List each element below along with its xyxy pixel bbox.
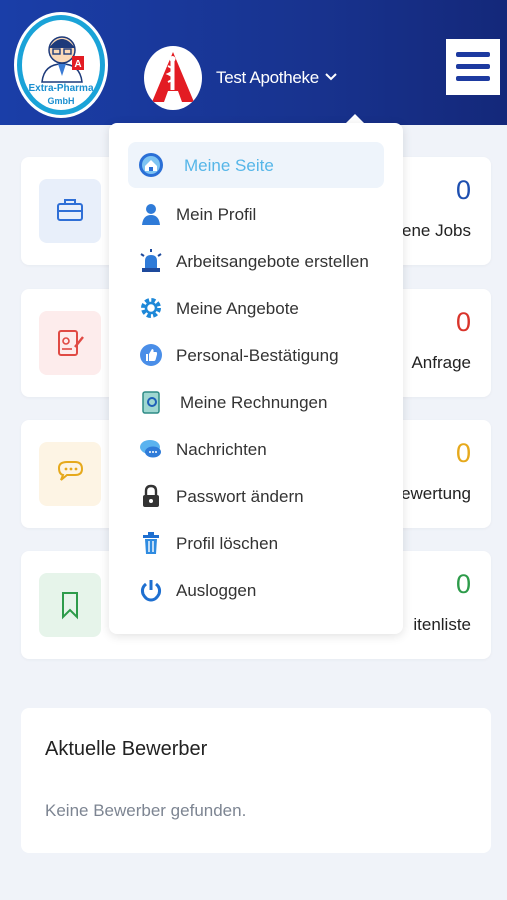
bookmark-icon bbox=[62, 592, 78, 620]
card-icon-box bbox=[39, 442, 101, 506]
gear-icon bbox=[141, 298, 161, 318]
menu-item-label: Ausloggen bbox=[176, 581, 257, 600]
card-icon-box bbox=[39, 179, 101, 243]
account-dropdown-menu: Meine Seite Mein Profil Arbeitsangebote … bbox=[109, 123, 403, 634]
alarm-light-icon bbox=[140, 249, 162, 272]
menu-item-mein-profil[interactable]: Mein Profil bbox=[128, 191, 384, 237]
briefcase-icon bbox=[57, 199, 83, 221]
document-edit-icon bbox=[58, 330, 84, 356]
menu-item-meine-angebote[interactable]: Meine Angebote bbox=[128, 285, 384, 331]
menu-item-passwort-aendern[interactable]: Passwort ändern bbox=[128, 473, 384, 519]
menu-item-label: Meine Seite bbox=[184, 156, 274, 175]
applicants-title: Aktuelle Bewerber bbox=[45, 738, 208, 760]
pharmacy-name[interactable]: Test Apotheke bbox=[216, 68, 319, 88]
stat-label: itenliste bbox=[413, 615, 471, 634]
company-logo[interactable]: A Extra-Pharma GmbH bbox=[14, 12, 108, 118]
menu-item-personal-bestaetigung[interactable]: Personal-Bestätigung bbox=[128, 332, 384, 378]
menu-item-arbeitsangebote[interactable]: Arbeitsangebote erstellen bbox=[128, 238, 384, 284]
menu-item-label: Meine Rechnungen bbox=[180, 393, 328, 412]
apotheke-a-icon bbox=[152, 52, 194, 102]
stat-value: 0 bbox=[455, 438, 471, 468]
applicants-empty-text: Keine Bewerber gefunden. bbox=[45, 801, 247, 820]
home-icon bbox=[139, 153, 163, 177]
menu-item-nachrichten[interactable]: Nachrichten bbox=[128, 426, 384, 472]
card-icon-box bbox=[39, 573, 101, 637]
thumbs-up-icon bbox=[140, 344, 162, 366]
chat-bubble-icon bbox=[57, 461, 84, 481]
app-header: A Extra-Pharma GmbH Test Apotheke bbox=[0, 0, 507, 125]
chat-icon bbox=[140, 440, 161, 458]
menu-item-label: Personal-Bestätigung bbox=[176, 346, 339, 365]
stat-label: Anfrage bbox=[411, 353, 471, 372]
svg-text:A: A bbox=[74, 59, 81, 70]
user-icon bbox=[142, 204, 160, 225]
menu-item-label: Mein Profil bbox=[176, 205, 257, 224]
logo-text: Extra-Pharma bbox=[28, 83, 94, 94]
chevron-down-icon[interactable] bbox=[324, 71, 338, 83]
applicants-panel: Aktuelle Bewerber Keine Bewerber gefunde… bbox=[21, 708, 491, 853]
card-icon-box bbox=[39, 311, 101, 375]
lock-icon bbox=[143, 484, 159, 507]
stat-label: ene Jobs bbox=[402, 221, 471, 240]
stat-value: 0 bbox=[455, 175, 471, 205]
invoice-icon bbox=[142, 391, 160, 414]
menu-item-label: Passwort ändern bbox=[176, 487, 304, 506]
power-icon bbox=[140, 580, 162, 602]
menu-item-ausloggen[interactable]: Ausloggen bbox=[128, 567, 384, 613]
menu-item-profil-loeschen[interactable]: Profil löschen bbox=[128, 520, 384, 566]
stat-value: 0 bbox=[455, 307, 471, 337]
menu-item-label: Profil löschen bbox=[176, 534, 279, 553]
menu-item-meine-seite[interactable]: Meine Seite bbox=[128, 142, 384, 188]
stat-label: ewertung bbox=[401, 484, 471, 503]
stat-value: 0 bbox=[455, 569, 471, 599]
hamburger-menu-button[interactable] bbox=[446, 39, 500, 95]
menu-item-label: Nachrichten bbox=[176, 440, 267, 459]
logo-subtext: GmbH bbox=[47, 96, 75, 106]
menu-item-meine-rechnungen[interactable]: Meine Rechnungen bbox=[128, 379, 384, 425]
menu-item-label: Meine Angebote bbox=[176, 299, 299, 318]
pharmacy-avatar[interactable] bbox=[144, 46, 202, 110]
trash-icon bbox=[143, 532, 159, 554]
menu-item-label: Arbeitsangebote erstellen bbox=[176, 252, 369, 271]
